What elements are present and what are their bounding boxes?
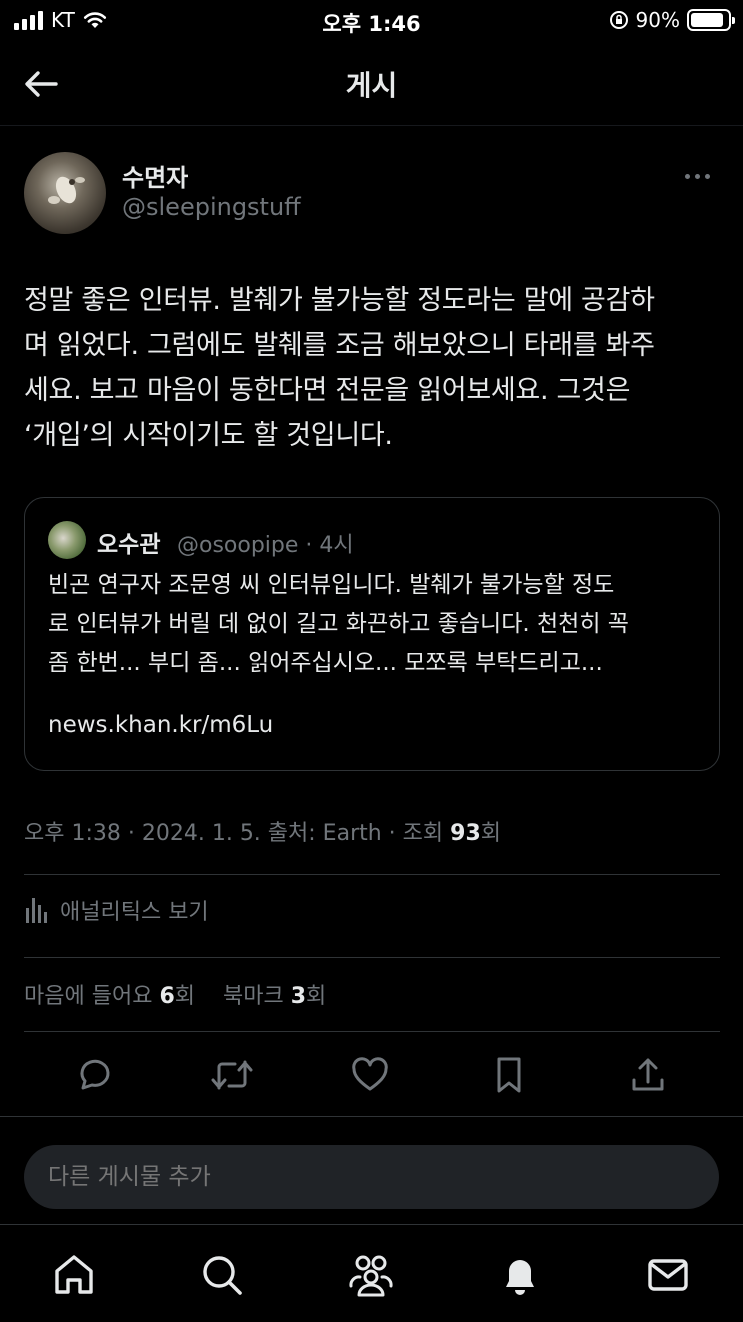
reply-icon [80, 1059, 110, 1090]
quoted-author-avatar [48, 521, 86, 559]
bookmark-button[interactable] [486, 1052, 532, 1098]
post-timestamp: 오후 1:38 · 2024. 1. 5. 출처: Earth · 조회 93회 [24, 815, 501, 847]
analytics-link[interactable]: 애널리틱스 보기 [24, 894, 209, 926]
bookmarks-stat[interactable]: 북마크 3회 [223, 984, 326, 1009]
messages-icon [648, 1259, 688, 1291]
reply-button[interactable] [70, 1052, 116, 1098]
repost-icon [211, 1060, 253, 1090]
communities-icon [349, 1255, 393, 1297]
nav-messages[interactable] [642, 1249, 694, 1301]
quoted-author-meta: @osoopipe · 4시 [177, 533, 354, 558]
avatar-image [48, 176, 85, 204]
status-bar: KT 오후 1:46 90% [0, 0, 743, 42]
rotation-lock-icon [609, 11, 628, 29]
quoted-post[interactable]: 오수관 @osoopipe · 4시 빈곤 연구자 조문영 씨 인터뷰입니다. … [24, 497, 720, 771]
divider [24, 874, 720, 875]
reply-composer[interactable] [24, 1145, 719, 1209]
author-handle[interactable]: @sleepingstuff [122, 193, 301, 221]
quoted-text-line: 로 인터뷰가 버릴 데 없이 길고 화끈하고 좋습니다. 천천히 꼭 [48, 611, 629, 637]
battery-icon [687, 9, 735, 31]
nav-notifications[interactable] [494, 1249, 546, 1301]
likes-suffix: 회 [174, 984, 195, 1009]
notifications-icon [506, 1260, 534, 1295]
battery-percent: 90% [635, 8, 680, 32]
engagement-stats: 마음에 들어요 6회 북마크 3회 [24, 978, 326, 1010]
nav-search[interactable] [196, 1249, 248, 1301]
quoted-text-line: 빈곤 연구자 조문영 씨 인터뷰입니다. 발췌가 불가능할 정도 [48, 572, 615, 598]
nav-communities[interactable] [345, 1249, 397, 1301]
quoted-post-text: 빈곤 연구자 조문영 씨 인터뷰입니다. 발췌가 불가능할 정도 로 인터뷰가 … [48, 566, 708, 683]
timestamp-text: 오후 1:38 · 2024. 1. 5. 출처: Earth · 조회 [24, 821, 451, 846]
status-right: 90% [609, 8, 735, 32]
author-avatar[interactable] [24, 152, 106, 234]
top-bar: 게시 [0, 42, 743, 126]
view-suffix: 회 [480, 821, 502, 846]
share-button[interactable] [625, 1052, 671, 1098]
bar-chart-icon [26, 898, 47, 923]
bookmark-icon [497, 1057, 521, 1093]
divider [24, 1031, 720, 1032]
author-name[interactable]: 수면자 [122, 158, 188, 193]
post-text-line: ‘개입’의 시작이기도 할 것입니다. [24, 420, 393, 451]
more-dot [694, 173, 700, 179]
quoted-link[interactable]: news.khan.kr/m6Lu [48, 712, 273, 738]
more-options-button[interactable] [679, 162, 715, 190]
reply-input[interactable] [48, 1145, 688, 1209]
bookmarks-count: 3 [290, 984, 307, 1009]
analytics-label: 애널리틱스 보기 [60, 900, 209, 925]
page-title: 게시 [345, 69, 398, 102]
divider [24, 957, 720, 958]
view-count: 93 [450, 821, 481, 846]
battery-level [691, 13, 724, 27]
bookmarks-label: 북마크 [222, 984, 291, 1009]
quoted-text-line: 좀 한번... 부디 좀... 읽어주십시오... 모쪼록 부탁드리고... [48, 650, 603, 676]
like-button[interactable] [347, 1052, 393, 1098]
post-text-line: 며 읽었다. 그럼에도 발췌를 조금 해보았으니 타래를 봐주 [24, 330, 655, 361]
likes-count: 6 [159, 984, 175, 1009]
post-text-line: 정말 좋은 인터뷰. 발췌가 불가능할 정도라는 말에 공감하 [24, 285, 655, 316]
likes-stat[interactable]: 마음에 들어요 6회 [24, 984, 195, 1009]
post-detail-screen: KT 오후 1:46 90% 게시 수면자 @sleepingstuff 정말 … [0, 0, 743, 1322]
reply-composer-area [0, 1116, 743, 1224]
like-icon [352, 1057, 388, 1091]
search-icon [203, 1256, 242, 1295]
bookmarks-suffix: 회 [306, 984, 327, 1009]
action-bar [24, 1048, 720, 1104]
home-icon [55, 1255, 93, 1294]
more-dot [704, 173, 710, 179]
repost-button[interactable] [209, 1052, 255, 1098]
likes-label: 마음에 들어요 [24, 984, 160, 1009]
bottom-navigation [0, 1224, 743, 1322]
share-icon [632, 1058, 664, 1091]
more-dot [684, 173, 690, 179]
quoted-author-name: 오수관 [97, 532, 161, 558]
post-text-line: 세요. 보고 마음이 동한다면 전문을 읽어보세요. 그것은 [24, 375, 631, 406]
nav-home[interactable] [48, 1249, 100, 1301]
post-text: 정말 좋은 인터뷰. 발췌가 불가능할 정도라는 말에 공감하 며 읽었다. 그… [24, 278, 724, 458]
